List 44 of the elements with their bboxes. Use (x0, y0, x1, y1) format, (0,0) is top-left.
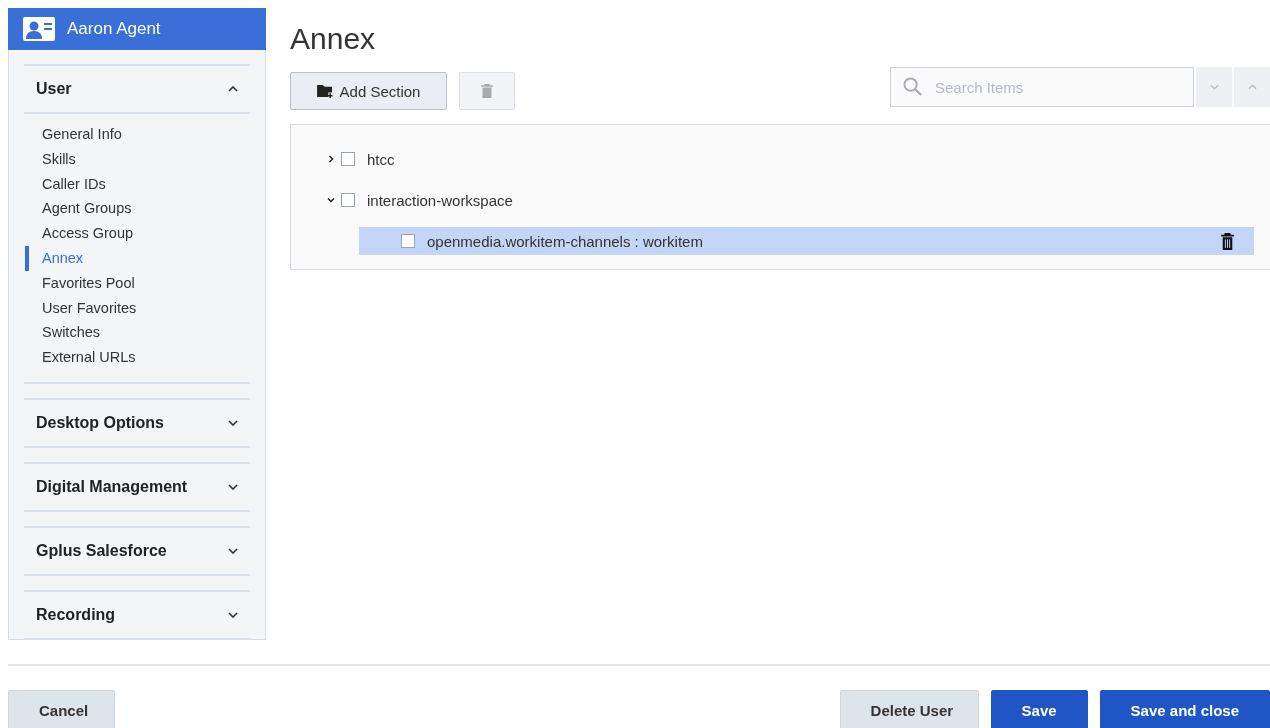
agent-name: Aaron Agent (67, 19, 161, 39)
search-icon (903, 77, 922, 96)
section-header[interactable]: Digital Management (24, 463, 250, 510)
sidebar-item[interactable]: General Info (24, 122, 250, 147)
chevron-up-icon (228, 86, 238, 92)
chevron-down-icon (228, 611, 238, 618)
section-header[interactable]: Desktop Options (24, 399, 250, 446)
chevron-down-icon (1209, 84, 1219, 90)
delete-button[interactable] (459, 72, 515, 110)
chevron-down-icon[interactable] (327, 196, 335, 204)
sidebar-item[interactable]: Annex (25, 246, 250, 271)
chevron-down-icon (228, 547, 238, 554)
chevron-up-icon (1247, 84, 1257, 90)
page-title: Annex (290, 22, 377, 57)
section-header[interactable]: Recording (24, 591, 250, 638)
contact-card-icon (23, 17, 55, 41)
trash-icon[interactable] (1221, 232, 1234, 250)
chevron-down-icon (228, 419, 238, 426)
sidebar-item[interactable]: Skills (24, 146, 250, 172)
tree-row[interactable]: interaction-workspace (327, 186, 1254, 214)
checkbox[interactable] (401, 234, 415, 248)
sidebar-item[interactable]: Favorites Pool (24, 270, 250, 296)
checkbox[interactable] (341, 193, 355, 207)
sidebar-item[interactable]: Switches (24, 320, 250, 346)
tree-row[interactable]: htcc (327, 145, 1254, 173)
sidebar-item[interactable]: Agent Groups (24, 196, 250, 222)
add-section-button[interactable]: Add Section (290, 72, 447, 110)
footer-button[interactable]: Save (990, 690, 1088, 728)
folder-plus-icon (316, 84, 334, 98)
section-header[interactable]: Gplus Salesforce (24, 527, 250, 574)
chevron-down-icon (228, 483, 238, 490)
trash-icon (481, 84, 493, 98)
sidebar-item[interactable]: External URLs (24, 345, 250, 370)
sidebar-item[interactable]: Access Group (24, 221, 250, 246)
tree-row[interactable]: openmedia.workitem-channels : workitem (359, 227, 1254, 255)
footer-button[interactable]: Save and close (1099, 690, 1270, 728)
search-field[interactable]: Search Items (890, 67, 1194, 107)
sidebar-item[interactable]: User Favorites (24, 295, 250, 321)
chevron-right-icon[interactable] (327, 155, 335, 163)
footer-button[interactable]: Cancel (8, 690, 115, 728)
section-header[interactable]: User (24, 66, 250, 114)
sidebar-item[interactable]: Caller IDs (24, 171, 250, 197)
checkbox[interactable] (341, 152, 355, 166)
footer-button[interactable]: Delete User (839, 690, 979, 728)
